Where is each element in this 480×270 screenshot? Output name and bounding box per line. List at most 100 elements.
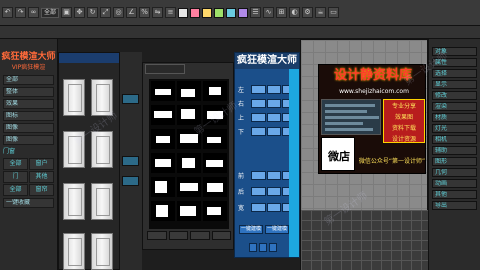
color-swatch[interactable] <box>178 7 189 18</box>
profile-thumbnail[interactable] <box>203 81 227 101</box>
command-item[interactable]: 几何 <box>432 168 477 177</box>
promo-line: 效果图 <box>394 114 413 121</box>
render-icon[interactable]: ☕ <box>315 7 327 18</box>
sidebar-item[interactable]: 全部 <box>3 75 54 85</box>
param-label: 左 <box>238 87 245 94</box>
category-button[interactable]: 窗帘 <box>29 184 54 196</box>
category-button[interactable]: 门 <box>3 171 28 183</box>
sidebar-item[interactable]: 整体 <box>3 87 54 97</box>
build-button[interactable]: 一键建模 <box>265 225 289 234</box>
main-toolbar: ↶ ↷ ∞ 全部 ▣ ✥ ↻ ⤢ ◎ ∠ % ⇋ ≡ ☰ ∿ ⊞ ◐ ⚙ ☕ ▭ <box>0 0 480 26</box>
link-icon[interactable]: ∞ <box>28 7 39 18</box>
percent-snap-icon[interactable]: % <box>139 7 151 18</box>
command-item[interactable]: 材质 <box>432 113 477 122</box>
category-button[interactable]: 其他 <box>29 171 54 183</box>
category-button[interactable]: 窗户 <box>29 158 54 170</box>
profile-thumbnail[interactable] <box>151 201 175 221</box>
sidebar-item[interactable]: 图像 <box>3 123 54 133</box>
selection-filter[interactable]: 全部 <box>41 7 60 18</box>
param-label: 宽 <box>238 205 245 212</box>
door-thumbnail[interactable] <box>91 183 113 220</box>
render-setup-icon[interactable]: ⚙ <box>302 7 314 18</box>
color-swatch[interactable] <box>202 7 213 18</box>
door-thumbnail[interactable] <box>91 233 113 270</box>
command-item[interactable]: 辅助 <box>432 146 477 155</box>
rotate-icon[interactable]: ↻ <box>87 7 99 18</box>
tool-strip <box>120 52 142 270</box>
door-thumbnail[interactable] <box>63 233 85 270</box>
schematic-icon[interactable]: ⊞ <box>276 7 288 18</box>
snap-icon[interactable]: ◎ <box>113 7 125 18</box>
command-item[interactable]: 灯光 <box>432 124 477 133</box>
command-item[interactable]: 图形 <box>432 157 477 166</box>
profile-thumbnail[interactable] <box>151 105 175 125</box>
material-editor-icon[interactable]: ◐ <box>289 7 301 18</box>
collect-button[interactable]: 一键收藏 <box>3 198 54 208</box>
command-item[interactable]: 选择 <box>432 69 477 78</box>
qr-code: 微店 <box>321 137 355 171</box>
curve-icon[interactable]: ∿ <box>263 7 275 18</box>
align-icon[interactable]: ≡ <box>165 7 177 18</box>
color-swatch[interactable] <box>226 7 237 18</box>
command-item[interactable]: 导出 <box>432 201 477 210</box>
undo-icon[interactable]: ↶ <box>2 7 13 18</box>
profile-thumbnail[interactable] <box>151 177 175 197</box>
tool-button[interactable] <box>122 94 139 104</box>
sidebar-item[interactable]: 图像 <box>3 135 54 145</box>
profile-thumbnail[interactable] <box>203 177 227 197</box>
page-button[interactable] <box>269 243 277 252</box>
profile-thumbnail[interactable] <box>177 177 201 197</box>
pager-button[interactable] <box>147 231 167 240</box>
sidebar-item[interactable]: 效果 <box>3 99 54 109</box>
category-button[interactable]: 全部 <box>3 184 28 196</box>
door-thumbnail[interactable] <box>63 183 85 220</box>
profile-thumbnail[interactable] <box>177 153 201 173</box>
promo-line: 设计资源 <box>391 136 416 143</box>
page-button[interactable] <box>259 243 267 252</box>
modeling-panel: 疯狂模渲大师 左 右 上 下 前 后 宽 一键建模 一键建模 <box>234 52 300 258</box>
tool-button[interactable] <box>122 176 139 186</box>
profile-category-select[interactable] <box>145 64 185 74</box>
category-button[interactable]: 全部 <box>3 158 28 170</box>
command-item[interactable]: 其他 <box>432 190 477 199</box>
profile-thumbnail[interactable] <box>177 201 201 221</box>
tool-button[interactable] <box>122 156 139 166</box>
scale-icon[interactable]: ⤢ <box>100 7 112 18</box>
render-frame-icon[interactable]: ▭ <box>328 7 340 18</box>
pager-button[interactable] <box>168 231 188 240</box>
command-item[interactable]: 修改 <box>432 91 477 100</box>
door-library-header <box>59 53 119 63</box>
build-button[interactable]: 一键建模 <box>239 225 263 234</box>
move-icon[interactable]: ✥ <box>74 7 86 18</box>
command-item[interactable]: 动画 <box>432 179 477 188</box>
select-icon[interactable]: ▣ <box>61 7 73 18</box>
redo-icon[interactable]: ↷ <box>15 7 26 18</box>
profile-thumbnail[interactable] <box>151 129 175 149</box>
profile-thumbnail[interactable] <box>151 81 175 101</box>
color-swatch[interactable] <box>190 7 201 18</box>
profile-thumbnail[interactable] <box>151 153 175 173</box>
plugin-title: 疯狂模渲大师 <box>1 52 56 62</box>
param-label: 前 <box>238 173 245 180</box>
qr-label: 微店 <box>328 150 350 163</box>
command-item[interactable]: 渲染 <box>432 102 477 111</box>
pager-button[interactable] <box>190 231 210 240</box>
layer-icon[interactable]: ☰ <box>250 7 262 18</box>
profile-thumbnail[interactable] <box>177 81 201 101</box>
profile-thumbnail[interactable] <box>203 153 227 173</box>
angle-snap-icon[interactable]: ∠ <box>126 7 138 18</box>
command-item[interactable]: 相机 <box>432 135 477 144</box>
mirror-icon[interactable]: ⇋ <box>152 7 164 18</box>
color-swatch[interactable] <box>238 7 249 18</box>
pager-button[interactable] <box>211 231 231 240</box>
color-swatch[interactable] <box>214 7 225 18</box>
category-label: 门窗 <box>3 148 16 155</box>
door-library-panel <box>58 52 120 270</box>
plugin-sidebar: 疯狂模渲大师 VIP疯狂模渲 全部 整体 效果 图标 图像 图像 门窗 全部 窗… <box>0 39 58 270</box>
page-button[interactable] <box>249 243 257 252</box>
param-label: 下 <box>238 129 245 136</box>
door-thumbnail[interactable] <box>63 79 85 116</box>
profile-thumbnail[interactable] <box>203 201 227 221</box>
sidebar-item[interactable]: 图标 <box>3 111 54 121</box>
command-item[interactable]: 显示 <box>432 80 477 89</box>
